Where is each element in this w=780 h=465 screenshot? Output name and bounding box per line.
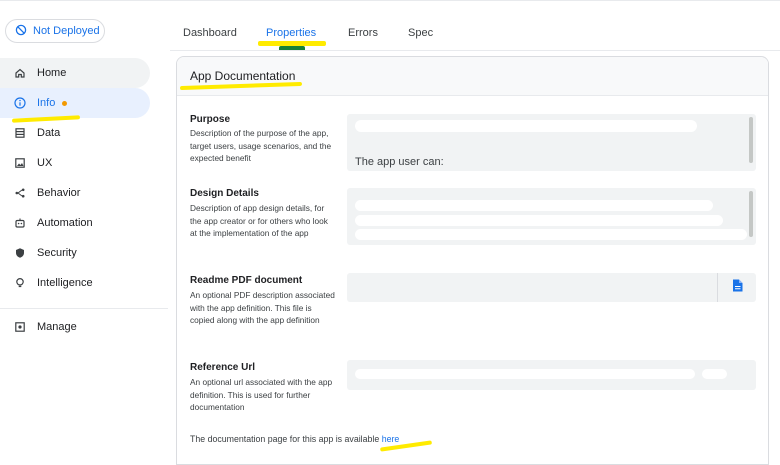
sidebar-item-label: Behavior [37, 187, 81, 199]
purpose-title: Purpose [190, 114, 231, 125]
top-divider [0, 0, 780, 1]
app-documentation-card: App Documentation Purpose Description of… [176, 56, 769, 465]
behavior-share-icon [14, 187, 26, 199]
purpose-visible-text: The app user can: [355, 156, 444, 168]
sidebar-nav: Home Info Data UX Behavior Automation Se… [0, 58, 150, 342]
redacted-text [355, 229, 747, 240]
sidebar-item-data[interactable]: Data [0, 118, 150, 148]
reference-url-input[interactable] [347, 360, 756, 390]
alert-dot [62, 100, 68, 106]
documentation-here-link[interactable]: here [382, 434, 400, 444]
tab-spec[interactable]: Spec [408, 27, 433, 39]
documentation-note-text: The documentation page for this app is a… [190, 434, 382, 444]
redacted-text [355, 369, 695, 379]
redacted-text [355, 200, 713, 211]
card-title: App Documentation [190, 69, 296, 83]
readme-pdf-title: Readme PDF document [190, 275, 303, 286]
sidebar-item-automation[interactable]: Automation [0, 208, 150, 238]
redacted-text [355, 120, 697, 132]
sidebar-item-manage[interactable]: Manage [0, 312, 150, 342]
info-icon [14, 97, 26, 109]
card-header: App Documentation [177, 57, 768, 96]
upload-pdf-button[interactable] [717, 273, 756, 302]
tab-bar: Dashboard Properties Errors Spec [183, 27, 433, 39]
sidebar-divider [0, 308, 168, 309]
purpose-description: Description of the purpose of the app, t… [190, 128, 332, 163]
tab-properties[interactable]: Properties [266, 27, 348, 39]
sidebar-item-label: UX [37, 157, 53, 169]
redacted-text [355, 215, 723, 226]
sidebar-item-label: Home [37, 67, 67, 79]
manage-icon [14, 321, 26, 333]
redacted-text [702, 369, 727, 379]
design-details-description: Description of app design details, for t… [190, 203, 328, 238]
documentation-note: The documentation page for this app is a… [190, 434, 399, 444]
tab-divider [170, 50, 780, 51]
deploy-status-chip[interactable]: Not Deployed [5, 19, 105, 43]
tab-dashboard[interactable]: Dashboard [183, 27, 266, 39]
sidebar-item-label: Automation [37, 217, 93, 229]
sidebar-item-behavior[interactable]: Behavior [0, 178, 150, 208]
automation-robot-icon [14, 217, 26, 229]
sidebar-item-info[interactable]: Info [0, 88, 150, 118]
file-icon [732, 279, 743, 297]
home-icon [14, 67, 26, 79]
sidebar-item-label: Data [37, 127, 61, 139]
design-details-title: Design Details [190, 188, 259, 199]
design-details-scrollbar[interactable] [749, 191, 753, 237]
purpose-scrollbar[interactable] [749, 117, 753, 163]
deploy-status-label: Not Deployed [33, 25, 100, 37]
sidebar-item-label: Info [37, 97, 56, 109]
sidebar-item-ux[interactable]: UX [0, 148, 150, 178]
not-deployed-icon [15, 24, 27, 39]
data-table-icon [14, 127, 26, 139]
readme-pdf-field[interactable] [347, 273, 756, 302]
sidebar-item-intelligence[interactable]: Intelligence [0, 268, 150, 298]
sidebar-item-label: Manage [37, 321, 77, 333]
tab-errors[interactable]: Errors [348, 27, 408, 39]
sidebar-item-security[interactable]: Security [0, 238, 150, 268]
sidebar-item-home[interactable]: Home [0, 58, 150, 88]
reference-url-title: Reference Url [190, 362, 256, 373]
active-tab-indicator [279, 46, 305, 50]
shield-icon [14, 247, 26, 259]
sidebar-item-label: Intelligence [37, 277, 93, 289]
readme-pdf-description: An optional PDF description associated w… [190, 290, 335, 325]
lightbulb-icon [14, 277, 26, 289]
reference-url-description: An optional url associated with the app … [190, 377, 333, 412]
sidebar-item-label: Security [37, 247, 77, 259]
purpose-textarea[interactable]: The app user can: [347, 114, 756, 171]
ux-image-icon [14, 157, 26, 169]
design-details-textarea[interactable] [347, 188, 756, 245]
